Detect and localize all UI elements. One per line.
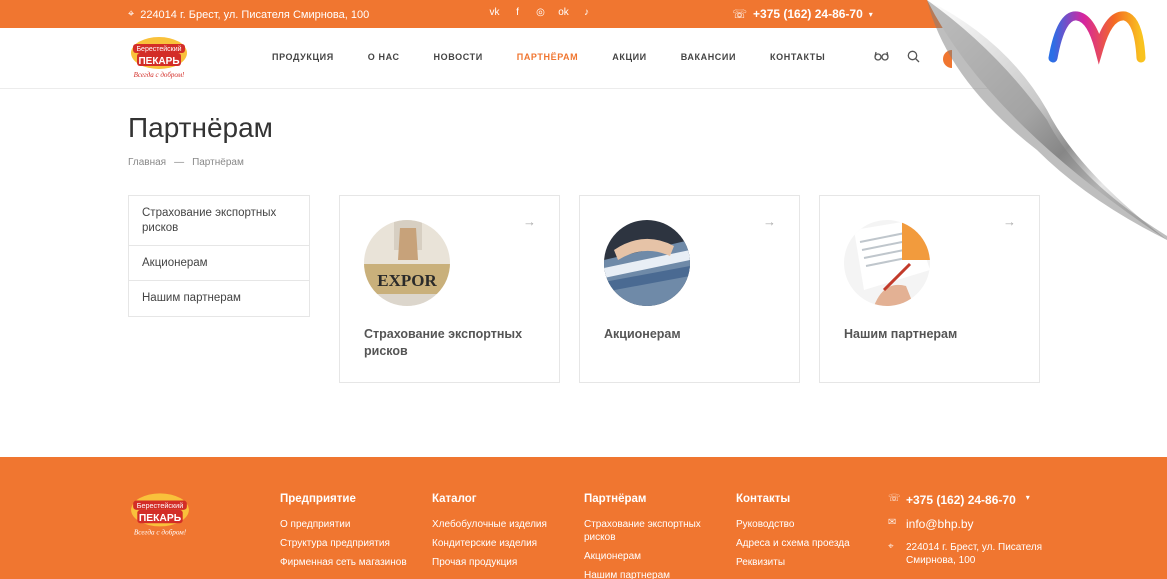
- breadcrumb-home[interactable]: Главная: [128, 157, 166, 168]
- footer-email-row[interactable]: ✉ info@bhp.by: [888, 517, 1046, 531]
- nav-about[interactable]: О НАС: [368, 52, 400, 62]
- footer-logo-line2: ПЕКАРЬ: [139, 513, 182, 524]
- arrow-right-icon: →: [523, 214, 536, 229]
- footer-link[interactable]: Страхование экспортных рисков: [584, 518, 714, 544]
- footer-link[interactable]: Фирменная сеть магазинов: [280, 556, 407, 569]
- breadcrumb-current: Партнёрам: [192, 157, 244, 168]
- top-phone-text: +375 (162) 24-86-70: [753, 7, 863, 21]
- sidebar-item-partners[interactable]: Нашим партнерам: [129, 281, 309, 316]
- footer-col-company: Предприятие О предприятии Структура пред…: [280, 493, 407, 575]
- sidebar-menu: Страхование экспортных рисков Акционерам…: [128, 195, 310, 317]
- social-links: vk f ◎ ok ♪: [489, 7, 592, 18]
- footer-logo[interactable]: Берестейский ПЕКАРЬ Всегда с добром!: [128, 490, 192, 540]
- phone-icon: ☏: [732, 7, 748, 21]
- nav-promotions[interactable]: АКЦИИ: [612, 52, 647, 62]
- page-curl-corner: [927, 0, 1167, 240]
- footer-phone: +375 (162) 24-86-70: [906, 493, 1016, 507]
- accessibility-glasses-icon[interactable]: [874, 50, 889, 71]
- footer-address-row: ⌖ 224014 г. Брест, ул. Писателя Смирнова…: [888, 541, 1046, 567]
- footer-col-heading: Контакты: [736, 493, 791, 505]
- footer-col-heading: Партнёрам: [584, 493, 647, 505]
- footer-email: info@bhp.by: [906, 517, 974, 531]
- top-phone[interactable]: ☏ +375 (162) 24-86-70 ▾: [732, 7, 873, 21]
- main-nav: ПРОДУКЦИЯ О НАС НОВОСТИ ПАРТНЁРАМ АКЦИИ …: [272, 52, 859, 62]
- nav-partners[interactable]: ПАРТНЁРАМ: [517, 52, 578, 62]
- footer-col-heading: Каталог: [432, 493, 477, 505]
- footer-col-heading: Предприятие: [280, 493, 356, 505]
- phone-icon: ☏: [888, 493, 901, 504]
- nav-products[interactable]: ПРОДУКЦИЯ: [272, 52, 334, 62]
- search-icon[interactable]: [907, 50, 920, 71]
- footer-col-partners: Партнёрам Страхование экспортных рисков …: [584, 493, 714, 579]
- breadcrumb-separator: —: [174, 157, 185, 168]
- top-address-text: 224014 г. Брест, ул. Писателя Смирнова, …: [140, 8, 370, 21]
- chevron-down-icon: ▾: [868, 9, 873, 19]
- card-image-partners: [844, 220, 930, 306]
- logo-slogan: Всегда с добром!: [134, 71, 185, 79]
- instagram-icon[interactable]: ◎: [535, 7, 546, 18]
- footer-link[interactable]: Нашим партнерам: [584, 569, 714, 579]
- nav-contacts[interactable]: КОНТАКТЫ: [770, 52, 825, 62]
- logo-line2: ПЕКАРЬ: [138, 56, 179, 67]
- footer-logo-slogan: Всегда с добром!: [134, 529, 187, 537]
- page-title: Партнёрам: [128, 112, 273, 143]
- card-image-label: EXPOR: [377, 271, 437, 290]
- nav-news[interactable]: НОВОСТИ: [434, 52, 483, 62]
- sidebar-item-export-insurance[interactable]: Страхование экспортных рисков: [129, 196, 309, 246]
- mail-icon: ✉: [888, 517, 897, 528]
- arrow-right-icon: →: [763, 214, 776, 229]
- vk-icon[interactable]: vk: [489, 7, 500, 18]
- card-shareholders[interactable]: → Акционерам: [579, 195, 800, 383]
- card-title: Страхование экспортных рисков: [364, 327, 523, 358]
- location-pin-icon: ⌖: [888, 541, 894, 552]
- chevron-down-icon: ▾: [1025, 493, 1030, 502]
- footer-link[interactable]: Реквизиты: [736, 556, 850, 569]
- footer-link[interactable]: Хлебобулочные изделия: [432, 518, 547, 531]
- footer-phone-row[interactable]: ☏ +375 (162) 24-86-70 ▾: [888, 493, 1046, 507]
- facebook-icon[interactable]: f: [512, 7, 523, 18]
- footer-col-catalog: Каталог Хлебобулочные изделия Кондитерск…: [432, 493, 547, 575]
- site-logo[interactable]: Берестейский ПЕКАРЬ Всегда с добром!: [128, 35, 190, 81]
- footer-contact-block: ☏ +375 (162) 24-86-70 ▾ ✉ info@bhp.by ⌖ …: [888, 493, 1046, 577]
- tiktok-icon[interactable]: ♪: [581, 7, 592, 18]
- footer-link[interactable]: Адреса и схема проезда: [736, 537, 850, 550]
- card-export-insurance[interactable]: → EXPOR Страхование экспортных рисков: [339, 195, 560, 383]
- nav-vacancies[interactable]: ВАКАНСИИ: [681, 52, 736, 62]
- sidebar-item-shareholders[interactable]: Акционерам: [129, 246, 309, 281]
- card-image-shareholders: [604, 220, 690, 306]
- top-address: ⌖ 224014 г. Брест, ул. Писателя Смирнова…: [128, 8, 369, 21]
- footer-link[interactable]: Структура предприятия: [280, 537, 407, 550]
- card-title: Нашим партнерам: [844, 327, 958, 341]
- footer-address: 224014 г. Брест, ул. Писателя Смирнова, …: [906, 542, 1043, 566]
- card-image-export: EXPOR: [364, 220, 450, 306]
- footer-link[interactable]: Прочая продукция: [432, 556, 547, 569]
- footer-link[interactable]: Кондитерские изделия: [432, 537, 547, 550]
- breadcrumb: Главная — Партнёрам: [128, 157, 244, 168]
- footer-link[interactable]: О предприятии: [280, 518, 407, 531]
- footer-logo-line1: Берестейский: [137, 501, 184, 510]
- logo-line1: Берестейский: [136, 45, 181, 53]
- footer-link[interactable]: Руководство: [736, 518, 850, 531]
- footer-col-contacts: Контакты Руководство Адреса и схема прое…: [736, 493, 850, 575]
- location-pin-icon: ⌖: [128, 8, 135, 20]
- footer: Берестейский ПЕКАРЬ Всегда с добром! Пре…: [0, 457, 1167, 579]
- odnoklassniki-icon[interactable]: ok: [558, 7, 569, 18]
- footer-link[interactable]: Акционерам: [584, 550, 714, 563]
- card-title: Акционерам: [604, 327, 681, 341]
